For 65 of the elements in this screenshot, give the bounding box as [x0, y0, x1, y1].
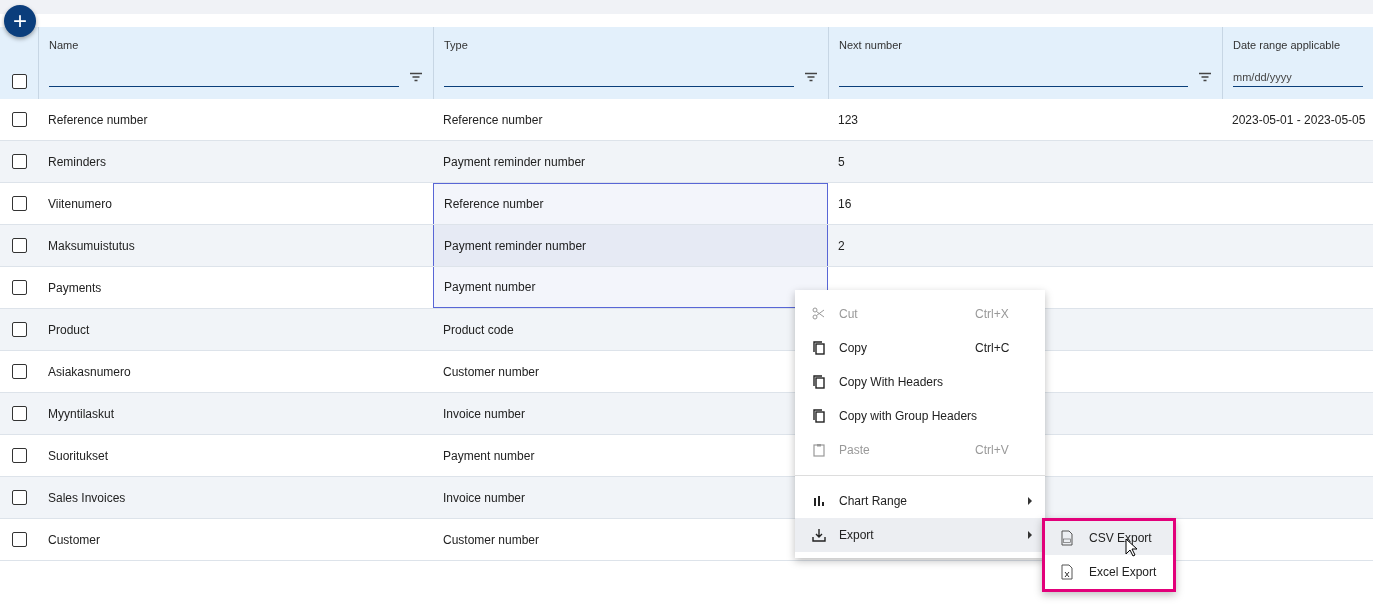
- table-cell-text: Invoice number: [443, 405, 526, 423]
- column-header[interactable]: Type: [444, 37, 828, 51]
- table-cell-text: Payment number: [444, 279, 536, 296]
- checkbox[interactable]: [11, 406, 27, 421]
- table-cell-text: Customer: [48, 531, 100, 549]
- table-cell-text: Reference number: [443, 111, 543, 129]
- table-cell-text: 123: [838, 111, 859, 129]
- download-icon: [811, 527, 827, 543]
- column-header[interactable]: Date range applicable: [1233, 37, 1373, 51]
- table-cell-text: Payment number: [443, 447, 535, 465]
- table-cell-text: Customer number: [443, 531, 540, 549]
- column-header[interactable]: Next number: [839, 37, 1222, 51]
- table-cell-text: 2023-05-01 - 2023-05-05: [1232, 111, 1366, 129]
- copy-icon: [811, 374, 827, 390]
- submenu-arrow-icon: [1028, 531, 1033, 539]
- table-cell-text: 16: [838, 195, 852, 213]
- table-cell-text: Product: [48, 321, 90, 339]
- submenu-arrow-icon: [1028, 497, 1033, 505]
- excel-file-icon: [1059, 564, 1075, 580]
- menu-item[interactable]: Excel Export: [1045, 555, 1173, 589]
- table-cell-text: Reminders: [48, 153, 107, 171]
- bar-chart-icon: [811, 493, 827, 509]
- menu-item[interactable]: Copy with Group Headers: [795, 399, 1045, 433]
- checkbox[interactable]: [11, 322, 27, 337]
- table-cell-text: Customer number: [443, 363, 540, 381]
- checkbox[interactable]: [11, 74, 27, 89]
- filter-field[interactable]: mm/dd/yyyy: [1233, 67, 1363, 87]
- table-cell-text: Invoice number: [443, 489, 526, 507]
- table-cell-text: Viitenumero: [48, 195, 112, 213]
- table-cell-text: Asiakasnumero: [48, 363, 131, 381]
- table-cell-text: Product code: [443, 321, 514, 339]
- checkbox[interactable]: [11, 448, 27, 463]
- table-cell-text: Myyntilaskut: [48, 405, 115, 423]
- table-cell-text: Suoritukset: [48, 447, 109, 465]
- table-cell-text: 2: [838, 237, 845, 255]
- table-cell-text: 5: [838, 153, 845, 171]
- table-cell-text: Payments: [48, 279, 102, 297]
- checkbox[interactable]: [11, 364, 27, 379]
- menu-item[interactable]: CSV Export: [1045, 521, 1173, 555]
- checkbox[interactable]: [11, 112, 27, 127]
- menu-item[interactable]: Copy With Headers: [795, 365, 1045, 399]
- checkbox[interactable]: [11, 196, 27, 211]
- table-cell-text: Maksumuistutus: [48, 237, 135, 255]
- checkbox[interactable]: [11, 532, 27, 547]
- column-header[interactable]: Name: [49, 37, 433, 51]
- table-cell-text: Reference number: [444, 196, 544, 213]
- scissors-icon: [811, 306, 827, 322]
- table-cell-text: Sales Invoices: [48, 489, 126, 507]
- menu-item[interactable]: Export: [795, 518, 1045, 552]
- filter-icon[interactable]: [804, 72, 818, 82]
- table-cell-text: Reference number: [48, 111, 148, 129]
- checkbox[interactable]: [11, 490, 27, 505]
- copy-icon: [811, 408, 827, 424]
- checkbox[interactable]: [11, 154, 27, 169]
- menu-item[interactable]: Chart Range: [795, 484, 1045, 518]
- checkbox[interactable]: [11, 280, 27, 295]
- filter-icon[interactable]: [1198, 72, 1212, 82]
- table-cell-text: Payment reminder number: [444, 237, 587, 255]
- clipboard-icon: [811, 442, 827, 458]
- copy-icon: [811, 340, 827, 356]
- table-cell-text: Payment reminder number: [443, 153, 586, 171]
- checkbox[interactable]: [11, 238, 27, 253]
- csv-file-icon: [1059, 530, 1075, 546]
- menu-item[interactable]: Copy Ctrl+C: [795, 331, 1045, 365]
- filter-icon[interactable]: [409, 72, 423, 82]
